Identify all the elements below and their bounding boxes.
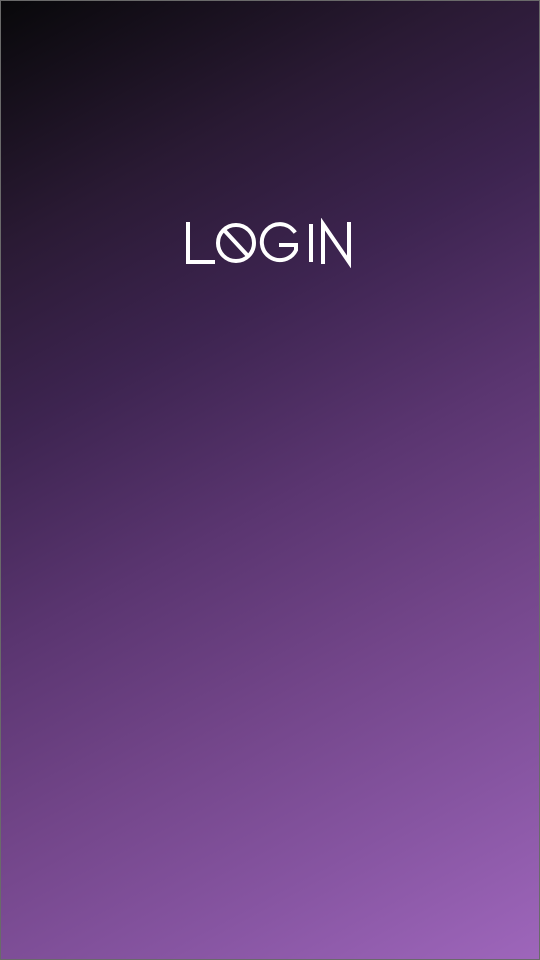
- login-logo: LOGIN: [1, 213, 539, 273]
- login-screen: LOGIN: [0, 0, 540, 960]
- login-wordmark-icon: [186, 218, 351, 268]
